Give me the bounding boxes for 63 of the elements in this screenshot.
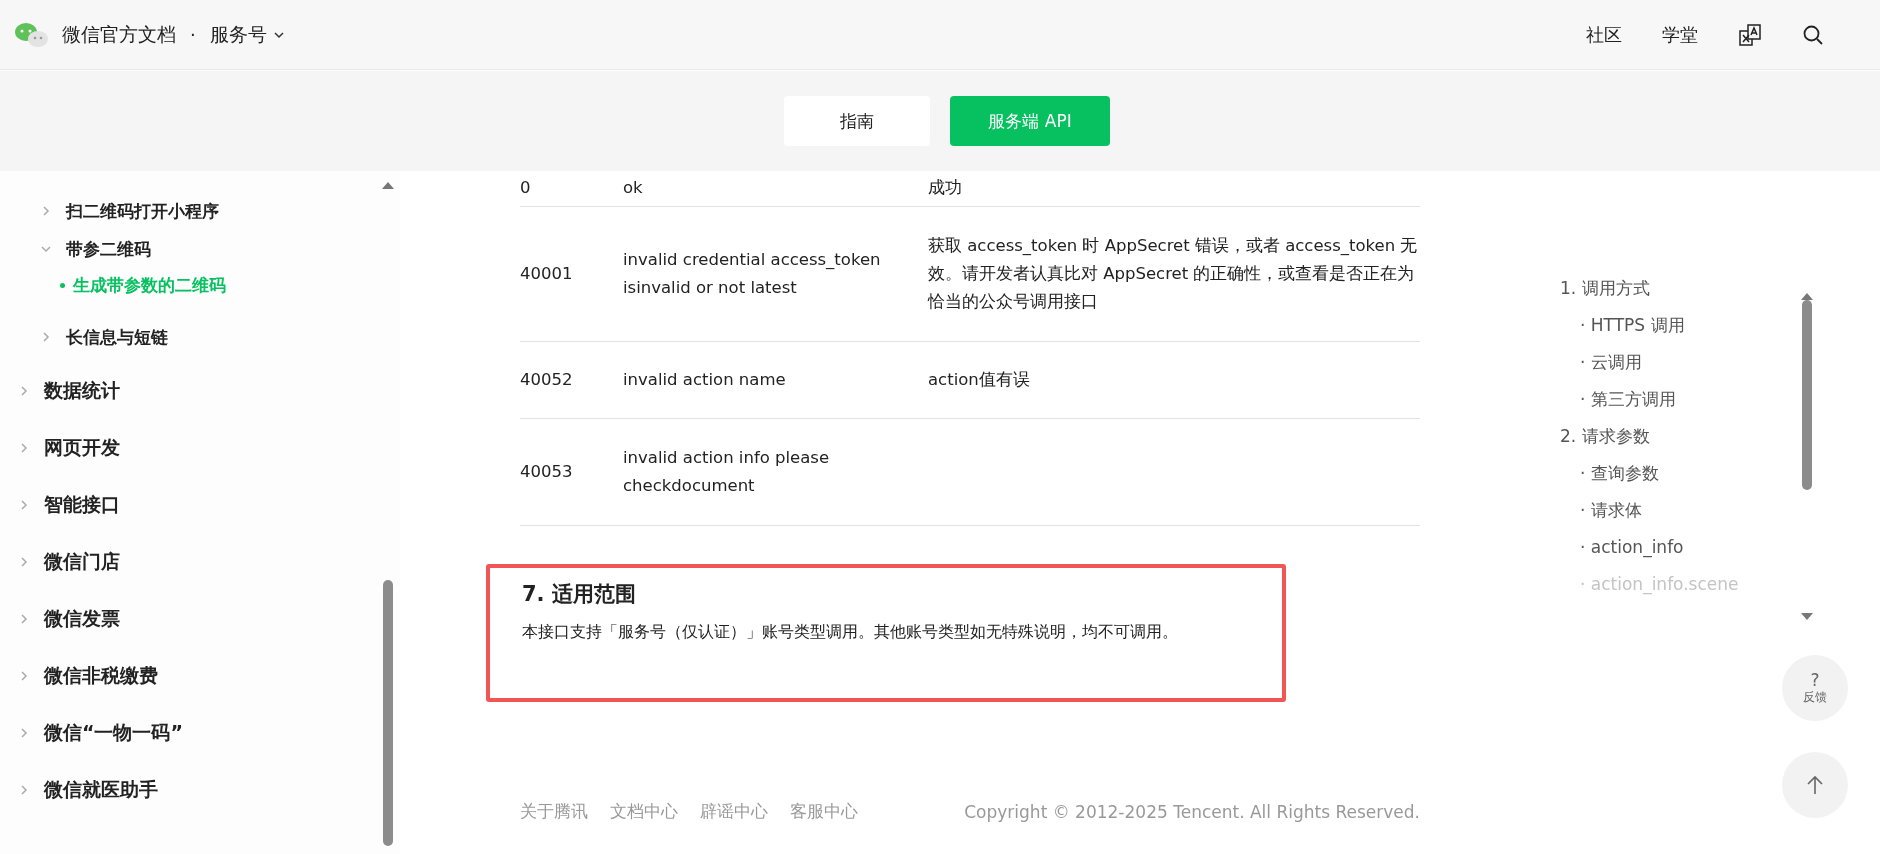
chevron-right-icon [18,384,30,397]
chevron-right-icon [18,498,30,511]
chevron-right-icon [18,783,30,796]
toc-link[interactable]: · 云调用 [1560,344,1880,381]
section-paragraph: 本接口支持「服务号（仅认证）」账号类型调用。其他账号类型如无特殊说明，均不可调用。 [522,622,1179,643]
feedback-button[interactable]: ? 反馈 [1782,655,1848,721]
sidebar-item[interactable]: 数据统计 [0,362,400,419]
toc-link[interactable]: · 查询参数 [1560,455,1880,492]
nav-link[interactable]: 社区 [1586,22,1622,47]
chevron-right-icon [18,555,30,568]
product-dropdown[interactable]: 服务号 [209,21,285,48]
tab[interactable]: 指南 [784,96,931,146]
toc-link[interactable]: 2. 请求参数 [1560,418,1880,455]
logo-icon [14,21,50,48]
arrow-up-icon [1806,775,1824,795]
bullet-icon [60,282,65,288]
toc-link[interactable]: · 第三方调用 [1560,381,1880,418]
chevron-right-icon [18,726,30,739]
table-cell-text: invalid action name [623,369,787,391]
table-cell-text: 40052 [520,369,574,391]
site-title: 微信官方文档 [62,21,176,47]
copyright-text: Copyright © 2012-2025 Tencent. All Rights Reserved. [964,801,1420,822]
sidebar-item[interactable]: 微信就医助手 [0,761,400,818]
sidebar-item[interactable]: 扫二维码打开小程序 [0,192,400,230]
table-cell-text: 40001 [520,263,574,285]
sidebar-item[interactable]: 长信息与短链 [0,318,400,356]
scroll-up-arrow-icon[interactable] [1801,292,1813,300]
sidebar-item[interactable]: 微信非税缴费 [0,647,400,704]
table-cell-text: invalid credential access_token isinvalid or not latest [623,249,882,299]
toc-link[interactable]: · action_info [1560,529,1880,566]
chevron-right-icon [18,612,30,625]
table-cell-text: 40053 [520,461,574,483]
scrollbar-thumb[interactable] [383,580,393,846]
nav-link[interactable]: 学堂 [1662,22,1698,47]
chevron-right-icon [40,331,52,343]
table-cell-text: 获取 access_token 时 AppSecret 错误，或者 access_token 无效。请开发者认真比对 AppSecret 的正确性，或查看是否正在为恰当的公众号调用接口 [928,235,1419,313]
chevron-right-icon [18,669,30,682]
table-cell-text: invalid action info please checkdocument [623,447,831,497]
sidebar-item[interactable]: 智能接口 [0,476,400,533]
chevron-down-icon [40,243,52,255]
toc-link[interactable]: · 请求体 [1560,492,1880,529]
section-heading: 7. 适用范围 [522,581,637,608]
separator-dot: · [190,24,196,45]
toc-link[interactable]: 1. 调用方式 [1560,270,1880,307]
sidebar-item[interactable]: 微信“一物一码” [0,704,400,761]
chevron-right-icon [18,441,30,454]
scroll-up-arrow-icon[interactable] [382,181,394,189]
sidebar-item[interactable]: 带参二维码 [0,230,400,268]
chevron-right-icon [40,205,52,217]
table-cell-text: 成功 [928,177,963,199]
sidebar-item[interactable]: 微信发票 [0,590,400,647]
translate-icon [1738,22,1762,47]
translate-button[interactable] [1738,22,1762,47]
toc-link[interactable]: · HTTPS 调用 [1560,307,1880,344]
search-icon [1802,23,1824,46]
table-cell-text: action值有误 [928,369,1031,391]
search-button[interactable] [1802,23,1824,46]
sidebar-item[interactable]: 网页开发 [0,419,400,476]
table-cell-text: ok [623,177,644,199]
table-cell-text: 0 [520,177,532,199]
scroll-down-arrow-icon[interactable] [1801,613,1813,621]
scrollbar-thumb[interactable] [1802,300,1812,490]
sidebar-item[interactable]: 微信门店 [0,533,400,590]
